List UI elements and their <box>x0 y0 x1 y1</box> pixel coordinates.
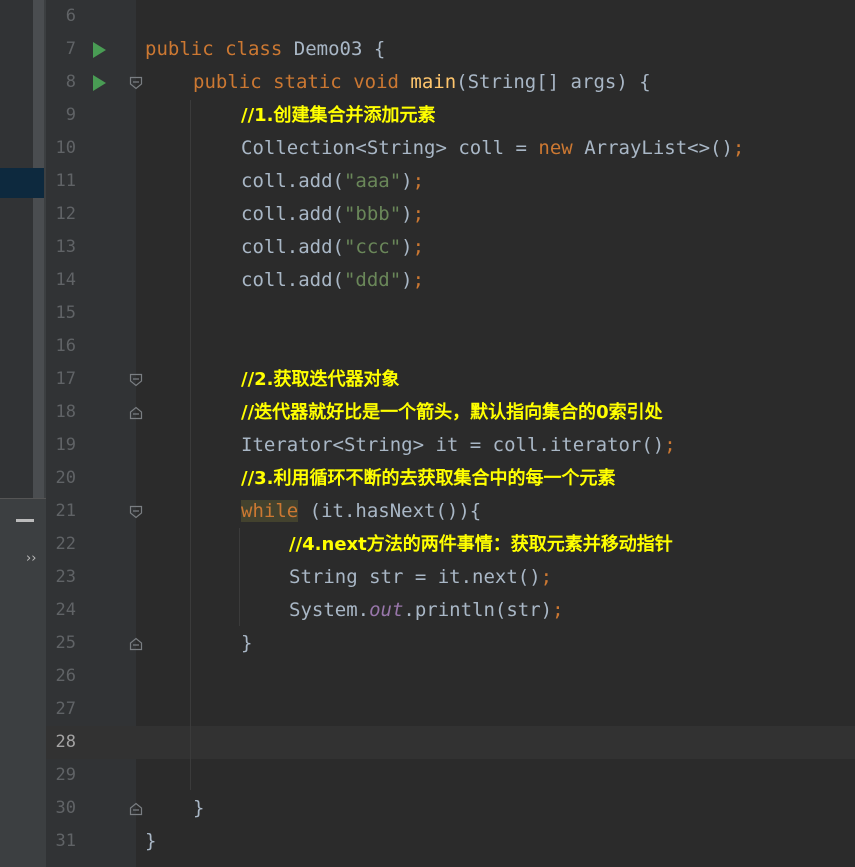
line-number[interactable]: 29 <box>46 759 76 792</box>
line-number[interactable]: 28 <box>46 726 76 759</box>
code-line-21[interactable]: while (it.hasNext()){ <box>0 495 855 528</box>
semicolon: ; <box>412 203 425 225</box>
keyword: class <box>225 38 283 60</box>
code-text: System. <box>289 599 370 621</box>
code-line-30[interactable]: } <box>0 792 855 825</box>
keyword: new <box>538 137 573 159</box>
comment: //3.利用循环不断的去获取集合中的每一个元素 <box>241 468 616 489</box>
string-literal: "ddd" <box>343 269 402 291</box>
semicolon: ; <box>732 137 745 159</box>
code-line-19[interactable]: Iterator<String> it = coll.iterator(); <box>0 429 855 462</box>
code-line-18[interactable]: //迭代器就好比是一个箭头，默认指向集合的0索引处 <box>0 396 855 429</box>
keyword: public <box>193 71 262 93</box>
code-line-22[interactable]: //4.next方法的两件事情：获取元素并移动指针 <box>0 528 855 561</box>
semicolon: ; <box>540 566 553 588</box>
gutter-row: 26 <box>0 660 855 693</box>
semicolon: ; <box>412 170 425 192</box>
comment: //1.创建集合并添加元素 <box>241 105 436 126</box>
code-line-31[interactable]: } <box>0 825 855 858</box>
string-literal: "aaa" <box>343 170 402 192</box>
line-number[interactable]: 26 <box>46 660 76 693</box>
code-line-25[interactable]: } <box>0 627 855 660</box>
code-text: ) <box>401 203 413 225</box>
static-field: out <box>369 599 404 621</box>
code-text: coll.add( <box>241 203 344 225</box>
code-text: coll.add( <box>241 170 344 192</box>
code-text: Collection<String> coll = <box>241 137 539 159</box>
semicolon: ; <box>664 434 676 456</box>
gutter-row: 28 <box>0 726 855 759</box>
code-line-7[interactable]: public class Demo03 { <box>0 33 855 66</box>
line-number[interactable]: 15 <box>46 297 76 330</box>
code-line-17[interactable]: //2.获取迭代器对象 <box>0 363 855 396</box>
gutter-row: 6 <box>0 0 855 33</box>
gutter-row: 15 <box>0 297 855 330</box>
semicolon: ; <box>552 599 564 621</box>
closing-brace: } <box>193 797 205 819</box>
comment: //4.next方法的两件事情：获取元素并移动指针 <box>289 534 673 555</box>
code-text: Iterator<String> it = coll.iterator() <box>241 434 665 456</box>
string-literal: "bbb" <box>343 203 402 225</box>
code-line-8[interactable]: public static void main(String[] args) { <box>0 66 855 99</box>
code-text: String str = it.next() <box>289 566 541 588</box>
gutter-row: 27 <box>0 693 855 726</box>
line-number[interactable]: 27 <box>46 693 76 726</box>
code-line-20[interactable]: //3.利用循环不断的去获取集合中的每一个元素 <box>0 462 855 495</box>
keyword: void <box>353 71 399 93</box>
code-text: .println(str) <box>403 599 553 621</box>
code-line-12[interactable]: coll.add("bbb"); <box>0 198 855 231</box>
line-number[interactable]: 16 <box>46 330 76 363</box>
semicolon: ; <box>412 269 425 291</box>
line-number[interactable]: 6 <box>46 0 76 33</box>
code-text: (it.hasNext()){ <box>298 500 482 522</box>
code-text: ) <box>401 236 413 258</box>
code-line-24[interactable]: System.out.println(str); <box>0 594 855 627</box>
comment: //2.获取迭代器对象 <box>241 369 400 390</box>
code-text: ) <box>401 170 413 192</box>
code-text: coll.add( <box>241 269 344 291</box>
comment: //迭代器就好比是一个箭头，默认指向集合的0索引处 <box>241 402 663 423</box>
gutter-row: 29 <box>0 759 855 792</box>
class-name: Demo03 { <box>293 38 386 60</box>
code-line-9[interactable]: //1.创建集合并添加元素 <box>0 99 855 132</box>
keyword-while: while <box>241 500 299 522</box>
code-line-11[interactable]: coll.add("aaa"); <box>0 165 855 198</box>
code-text: ArrayList<>() <box>572 137 733 159</box>
gutter-row: 16 <box>0 330 855 363</box>
string-literal: "ccc" <box>343 236 402 258</box>
code-text: ) <box>401 269 413 291</box>
keyword: static <box>273 71 342 93</box>
closing-brace: } <box>241 632 253 654</box>
method-params: (String[] args) { <box>456 71 651 93</box>
code-text: coll.add( <box>241 236 344 258</box>
semicolon: ; <box>412 236 425 258</box>
method-name: main <box>410 71 457 93</box>
code-line-10[interactable]: Collection<String> coll = new ArrayList<… <box>0 132 855 165</box>
code-line-13[interactable]: coll.add("ccc"); <box>0 231 855 264</box>
code-line-23[interactable]: String str = it.next(); <box>0 561 855 594</box>
code-line-14[interactable]: coll.add("ddd"); <box>0 264 855 297</box>
closing-brace: } <box>145 830 157 852</box>
keyword: public <box>145 38 214 60</box>
